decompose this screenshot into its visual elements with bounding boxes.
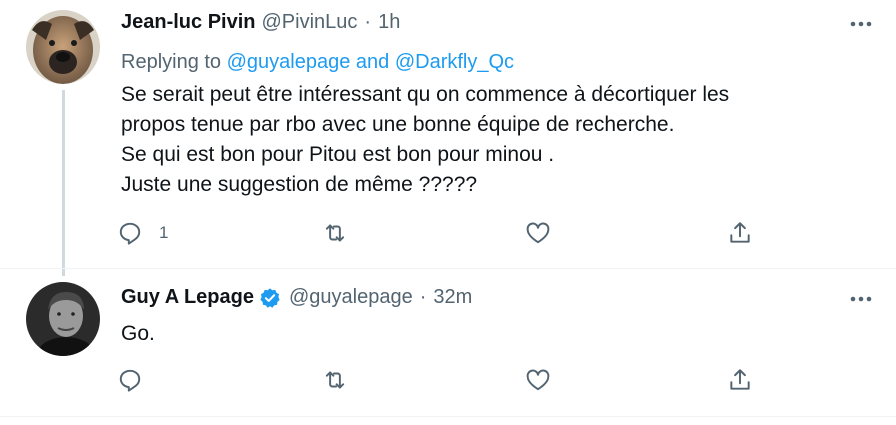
separator-dot: ·: [364, 11, 372, 33]
dog-photo-image: [26, 10, 100, 84]
replying-to-label: Replying to: [121, 51, 222, 73]
verified-badge-icon: [259, 287, 281, 309]
timestamp[interactable]: 1h: [378, 11, 400, 34]
author-handle[interactable]: @guyalepage: [289, 286, 413, 309]
tweet-text-line: Juste une suggestion de même ?????: [121, 173, 478, 196]
share-icon: [730, 222, 750, 243]
reply-icon: [119, 369, 141, 392]
profile-photo-image: [26, 282, 100, 356]
like-icon: [526, 222, 550, 244]
like-button[interactable]: [525, 217, 551, 249]
timestamp[interactable]: 32m: [433, 286, 472, 309]
author-name[interactable]: Guy A Lepage: [121, 286, 254, 309]
reply-button[interactable]: 1: [117, 217, 168, 249]
retweet-button[interactable]: [322, 364, 348, 396]
like-icon: [526, 369, 550, 391]
reply-count: 1: [159, 223, 169, 242]
more-options-button[interactable]: [848, 287, 874, 311]
author-handle[interactable]: @PivinLuc: [262, 11, 358, 34]
replying-to-users-link[interactable]: @guyalepage and @Darkfly_Qc: [227, 51, 514, 73]
reply-button[interactable]: [117, 364, 143, 396]
more-icon: [850, 21, 872, 27]
tweet-text: Go.: [121, 319, 155, 349]
tweet-text-line: Go.: [121, 322, 155, 345]
retweet-button[interactable]: [322, 217, 348, 249]
tweet-header: Guy A Lepage @guyalepage · 32m: [121, 286, 472, 309]
retweet-icon: [325, 224, 345, 242]
tweet-text: Se serait peut être intéressant qu on co…: [121, 80, 729, 200]
tweet-divider: [0, 268, 896, 269]
tweet-actions: [117, 364, 777, 396]
tweet-text-line: Se qui est bon pour Pitou est bon pour m…: [121, 143, 555, 166]
tweet-text-line: Se serait peut être intéressant qu on co…: [121, 83, 730, 106]
retweet-icon: [325, 371, 345, 389]
more-options-button[interactable]: [848, 12, 874, 36]
more-icon: [850, 296, 872, 302]
like-button[interactable]: [525, 364, 551, 396]
reply-icon: [119, 222, 141, 245]
separator-dot: ·: [419, 286, 427, 308]
share-button[interactable]: [727, 217, 753, 249]
avatar-guyalepage[interactable]: [26, 282, 100, 356]
tweet-text-line: propos tenue par rbo avec une bonne équi…: [121, 113, 675, 136]
author-name[interactable]: Jean-luc Pivin: [121, 11, 256, 34]
avatar-jeanluc[interactable]: [26, 10, 100, 84]
replying-to: Replying to @guyalepage and @Darkfly_Qc: [121, 51, 514, 74]
share-button[interactable]: [727, 364, 753, 396]
tweet-actions: 1: [117, 217, 777, 249]
share-icon: [730, 369, 750, 390]
thread-connector-line: [62, 90, 65, 276]
tweet-header: Jean-luc Pivin @PivinLuc · 1h: [121, 11, 400, 34]
